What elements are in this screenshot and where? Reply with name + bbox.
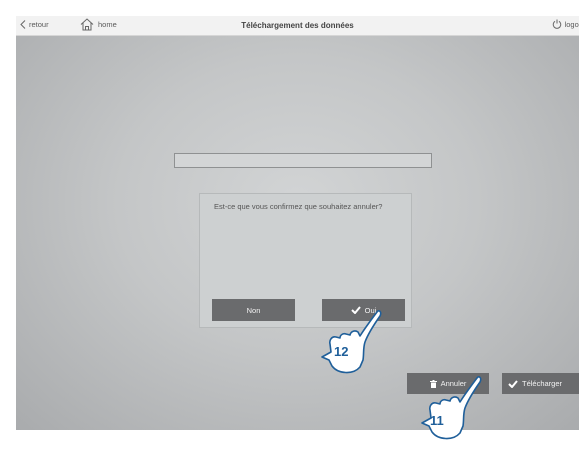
- app-screen: retour home Téléchargement des données l…: [16, 16, 579, 430]
- dialog-message: Est-ce que vous confirmez que souhaitez …: [214, 202, 383, 211]
- check-icon: [508, 379, 518, 388]
- callout-12-number: 12: [334, 344, 349, 359]
- callout-12: 12: [313, 300, 388, 380]
- top-bar: retour home Téléchargement des données l…: [16, 16, 579, 36]
- pointing-hand-icon: [321, 310, 382, 374]
- logout-button[interactable]: logout: [552, 19, 579, 29]
- page-title: Téléchargement des données: [241, 21, 354, 30]
- power-icon: [552, 19, 561, 29]
- pointing-hand-icon: [421, 376, 482, 440]
- no-button[interactable]: Non: [212, 299, 295, 321]
- no-label: Non: [246, 305, 261, 315]
- download-label: Télécharger: [522, 379, 563, 388]
- progress-field: [174, 153, 432, 168]
- callout-11-number: 11: [430, 413, 444, 428]
- download-button[interactable]: Télécharger: [502, 373, 579, 394]
- callout-11: 11: [413, 366, 488, 448]
- logout-label: logout: [564, 19, 579, 29]
